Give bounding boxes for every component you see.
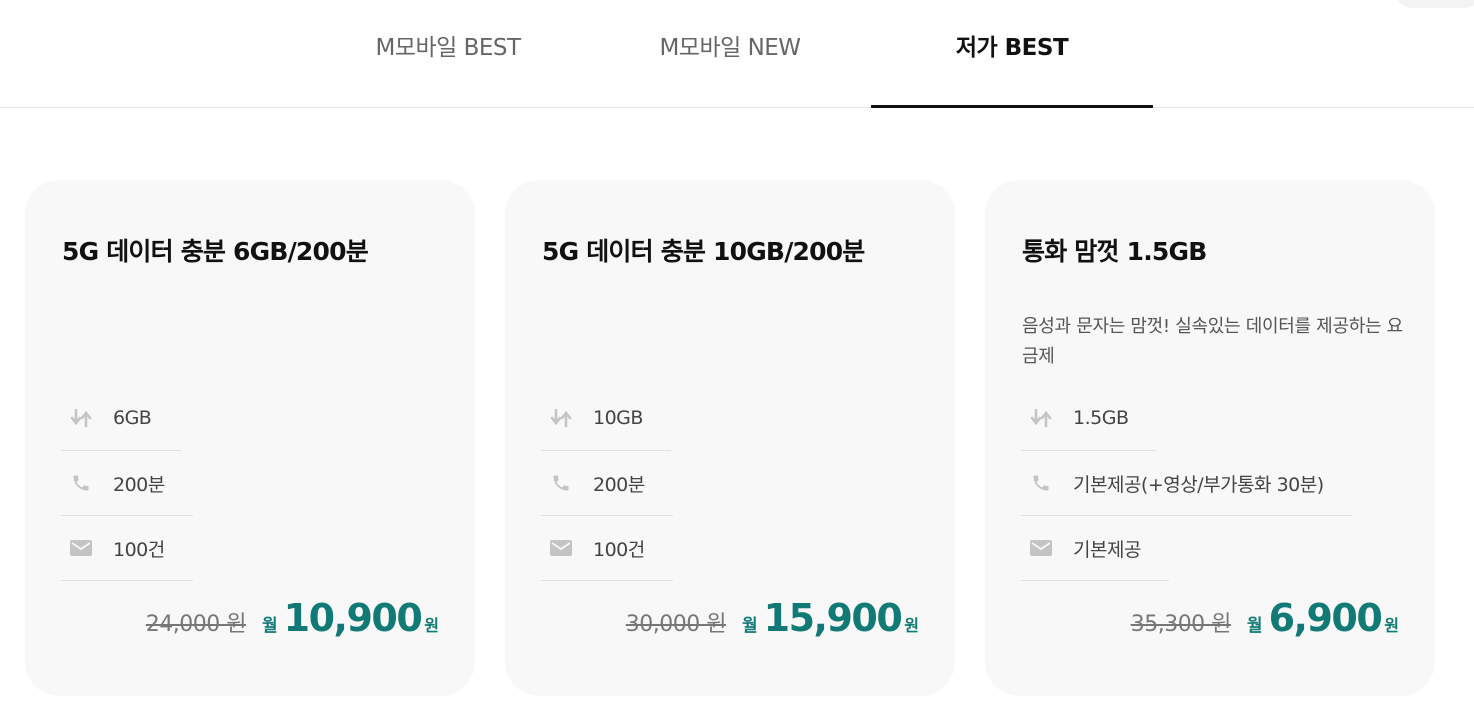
price-block: 30,000 원 월 15,900 원 — [626, 596, 919, 640]
spec-call: 기본제공(+영상/부가통화 30분) — [1021, 451, 1352, 516]
spec-data: 6GB — [61, 386, 181, 451]
discount-price: 15,900 — [763, 596, 903, 640]
spec-list: 1.5GB 기본제공(+영상/부가통화 30분) 기본제공 — [1021, 386, 1352, 581]
spec-list: 6GB 200분 100건 — [61, 386, 193, 581]
spec-call: 200분 — [61, 451, 193, 516]
spec-data-value: 6GB — [113, 407, 152, 429]
currency-label: 원 — [1384, 616, 1399, 635]
plan-title: 5G 데이터 충분 6GB/200분 — [62, 237, 369, 266]
mail-icon — [1027, 537, 1055, 559]
plan-card[interactable]: 통화 맘껏 1.5GB 음성과 문자는 맘껏! 실속있는 데이터를 제공하는 요… — [985, 180, 1435, 696]
original-price: 35,300 원 — [1130, 612, 1232, 637]
original-price: 30,000 원 — [625, 612, 727, 637]
tab-mmobile-best[interactable]: M모바일 BEST — [307, 0, 589, 107]
mail-icon — [67, 537, 95, 559]
spec-call: 200분 — [541, 451, 673, 516]
plan-description: 음성과 문자는 맘껏! 실속있는 데이터를 제공하는 요금제 — [1022, 316, 1403, 367]
spec-sms-value: 100건 — [593, 538, 645, 561]
phone-icon — [547, 472, 575, 494]
spec-sms: 100건 — [541, 516, 673, 581]
data-transfer-icon — [1027, 407, 1055, 429]
spec-data: 1.5GB — [1021, 386, 1157, 451]
data-transfer-icon — [67, 407, 95, 429]
spec-data-value: 10GB — [593, 407, 643, 429]
mail-icon — [547, 537, 575, 559]
spec-sms: 기본제공 — [1021, 516, 1169, 581]
per-month-label: 월 — [261, 616, 278, 636]
tab-budget-best[interactable]: 저가 BEST — [871, 0, 1153, 108]
plan-card[interactable]: 5G 데이터 충분 6GB/200분 6GB 200분 100건 24,000 … — [25, 180, 475, 696]
spec-sms: 100건 — [61, 516, 193, 581]
spec-call-value: 기본제공(+영상/부가통화 30분) — [1073, 473, 1324, 496]
spec-call-value: 200분 — [593, 473, 645, 496]
plan-title: 5G 데이터 충분 10GB/200분 — [542, 237, 865, 266]
spec-sms-value: 100건 — [113, 538, 165, 561]
plan-title: 통화 맘껏 1.5GB — [1022, 237, 1207, 266]
tab-mmobile-new[interactable]: M모바일 NEW — [589, 0, 871, 107]
spec-list: 10GB 200분 100건 — [541, 386, 673, 581]
plan-tabs: M모바일 BEST M모바일 NEW 저가 BEST — [0, 0, 1474, 108]
data-transfer-icon — [547, 407, 575, 429]
price-block: 24,000 원 월 10,900 원 — [146, 596, 439, 640]
price-block: 35,300 원 월 6,900 원 — [1131, 596, 1399, 640]
spec-sms-value: 기본제공 — [1073, 538, 1141, 561]
phone-icon — [1027, 472, 1055, 494]
spec-data: 10GB — [541, 386, 671, 451]
per-month-label: 월 — [741, 616, 758, 636]
spec-call-value: 200분 — [113, 473, 165, 496]
discount-price: 6,900 — [1268, 596, 1383, 640]
per-month-label: 월 — [1246, 616, 1263, 636]
spec-data-value: 1.5GB — [1073, 407, 1129, 429]
original-price: 24,000 원 — [145, 612, 247, 637]
currency-label: 원 — [424, 616, 439, 635]
discount-price: 10,900 — [283, 596, 423, 640]
currency-label: 원 — [904, 616, 919, 635]
phone-icon — [67, 472, 95, 494]
plan-card[interactable]: 5G 데이터 충분 10GB/200분 10GB 200분 100건 30,00… — [505, 180, 955, 696]
